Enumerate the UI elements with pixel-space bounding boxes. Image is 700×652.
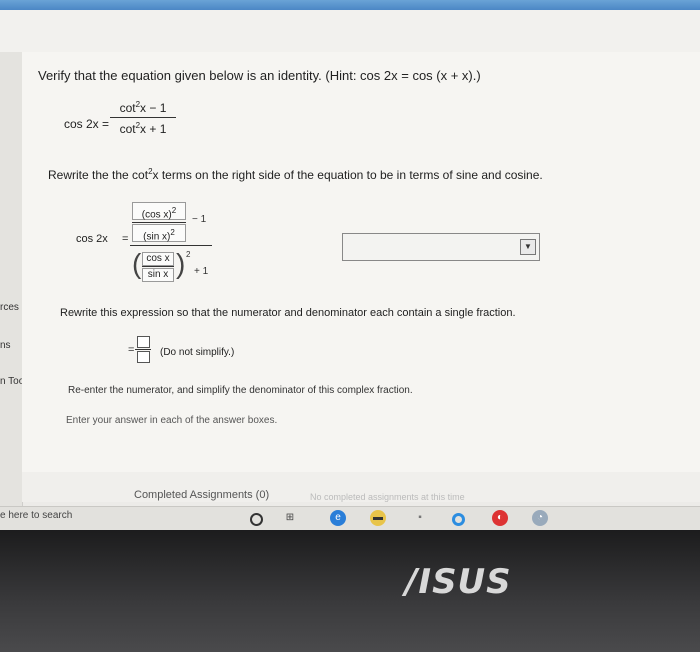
left-sidebar: rces ns n Tools — [0, 52, 32, 530]
step1-equals: = — [122, 233, 129, 245]
fraction-denominator: cot2x + 1 — [119, 121, 167, 136]
answer-help-text: Enter your answer in each of the answer … — [66, 415, 278, 426]
taskbar-search-input[interactable]: e here to search — [0, 510, 72, 521]
main-fraction-bar — [130, 245, 212, 246]
plus-one: + 1 — [194, 266, 209, 277]
laptop-bezel — [0, 530, 700, 652]
denominator-bottom-box[interactable]: sin x — [142, 268, 174, 282]
denominator-top-box[interactable]: cos x — [142, 252, 174, 266]
step2-denominator-box[interactable] — [137, 351, 150, 363]
do-not-simplify-note: (Do not simplify.) — [160, 347, 235, 358]
step1-complex-fraction: (cos x)2 (sin x)2 − 1 ( cos x sin x ) 2 … — [130, 196, 212, 290]
browser-top-bar — [0, 0, 700, 10]
store-icon[interactable]: ▪ — [412, 510, 428, 526]
equation-rhs-fraction: cot2x − 1 cot2x + 1 — [110, 100, 176, 136]
exponent-two: 2 — [186, 250, 191, 259]
sidebar-item-resources[interactable]: rces — [0, 302, 19, 313]
step2-equals: = — [128, 344, 135, 356]
step3-instruction: Re-enter the numerator, and simplify the… — [68, 385, 413, 396]
cortana-icon[interactable] — [250, 513, 263, 526]
edge-icon[interactable]: e — [330, 510, 346, 526]
step2-fraction-input — [135, 336, 151, 364]
app-red-icon[interactable]: ◐ — [492, 510, 508, 526]
sidebar-item-2[interactable]: ns — [0, 340, 11, 351]
numerator-bottom-box[interactable]: (sin x)2 — [132, 224, 186, 242]
faded-status-text: No completed assignments at this time — [310, 492, 465, 502]
fraction-numerator: cot2x − 1 — [110, 100, 176, 118]
dropdown-arrow-icon[interactable]: ▼ — [520, 239, 536, 255]
step1-instruction: Rewrite the the cot2x terms on the right… — [48, 167, 543, 182]
task-view-icon[interactable]: ⊞ — [282, 510, 298, 526]
step2-instruction: Rewrite this expression so that the nume… — [60, 307, 516, 319]
step2-numerator-box[interactable] — [137, 336, 150, 348]
header-strip — [0, 10, 700, 53]
right-paren: ) — [176, 248, 186, 279]
step1-lhs: cos 2x — [76, 233, 108, 245]
answer-dropdown[interactable]: ▼ — [342, 233, 540, 261]
windows-taskbar — [0, 506, 700, 531]
completed-assignments-link[interactable]: Completed Assignments (0) — [134, 489, 269, 501]
cortana-circle-icon[interactable] — [452, 513, 465, 526]
minus-one: − 1 — [192, 214, 207, 225]
left-paren: ( — [132, 248, 142, 279]
screen: rces ns n Tools Verify that the equation… — [0, 0, 700, 531]
question-heading: Verify that the equation given below is … — [38, 68, 481, 83]
numerator-top-box[interactable]: (cos x)2 — [132, 202, 186, 220]
equation-lhs: cos 2x = — [64, 117, 110, 131]
app-blue-icon[interactable]: ◔ — [532, 510, 548, 526]
brand-logo: /ISUS — [405, 562, 512, 602]
file-explorer-icon[interactable]: ▬ — [370, 510, 386, 526]
